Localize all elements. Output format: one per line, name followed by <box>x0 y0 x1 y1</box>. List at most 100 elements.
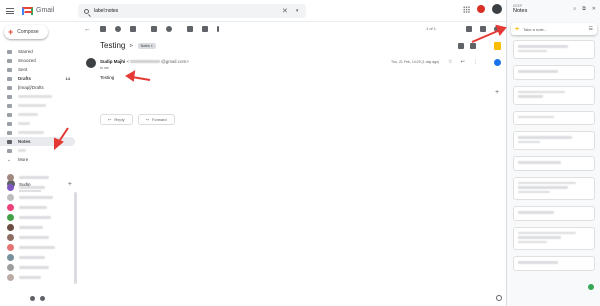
sidebar-item-label <box>18 113 38 116</box>
list-item[interactable] <box>0 272 78 282</box>
sidebar-item-imap-drafts[interactable]: [Imap]/Drafts <box>0 83 78 92</box>
list-item[interactable] <box>513 110 595 125</box>
forward-icon: ↪ <box>145 117 149 122</box>
next-icon[interactable] <box>480 26 486 32</box>
reply-button[interactable]: ↩ Reply <box>100 114 133 125</box>
apps-icon[interactable] <box>463 5 470 13</box>
new-window-icon[interactable] <box>470 43 476 49</box>
recipient[interactable]: to me <box>100 66 109 70</box>
label-icon <box>7 112 12 117</box>
search-options-icon[interactable]: ▾ <box>296 8 299 14</box>
prev-icon[interactable] <box>466 26 472 32</box>
sidebar-item-more[interactable]: ⌄ More <box>0 155 78 164</box>
sidebar-item-label-blurred[interactable] <box>0 101 78 110</box>
spam-icon[interactable] <box>115 26 121 32</box>
list-item[interactable] <box>0 242 78 252</box>
list-item[interactable] <box>0 172 78 182</box>
list-item[interactable] <box>0 182 78 192</box>
list-item[interactable] <box>513 85 595 105</box>
avatar <box>7 173 14 181</box>
list-item[interactable] <box>0 212 78 222</box>
more-icon[interactable] <box>217 26 219 32</box>
sidebar-item-drafts[interactable]: Drafts 14 <box>0 74 78 83</box>
chat-icon[interactable] <box>40 296 45 301</box>
person-icon[interactable] <box>30 296 35 301</box>
sidebar-item-sent[interactable]: Sent <box>0 65 78 74</box>
search-icon[interactable]: ⌕ <box>573 6 576 12</box>
sidebar-item-snoozed[interactable]: Snoozed <box>0 56 78 65</box>
gmail-logo[interactable]: Gmail <box>22 6 54 15</box>
email-suffix: @gmail.com> <box>161 59 189 64</box>
compose-button[interactable]: + Compose <box>4 25 48 39</box>
search-bar[interactable]: ✕ ▾ <box>78 4 306 18</box>
tasks-icon[interactable] <box>494 59 501 66</box>
sidebar-item-label-blurred[interactable] <box>0 146 78 155</box>
avatar <box>7 233 14 241</box>
sidebar-item-starred[interactable]: Starred <box>0 47 78 56</box>
menu-icon[interactable] <box>6 7 14 14</box>
avatar <box>7 273 14 281</box>
notifications-icon[interactable] <box>477 5 485 13</box>
sidebar-item-label-blurred[interactable] <box>0 128 78 137</box>
sidebar-item-label-blurred[interactable] <box>0 119 78 128</box>
add-addon-icon[interactable]: + <box>495 89 499 96</box>
list-item[interactable] <box>513 256 595 271</box>
avatar[interactable] <box>492 4 502 14</box>
reply-icon: ↩ <box>108 117 112 122</box>
sidebar-item-label-blurred[interactable] <box>0 92 78 101</box>
move-to-icon[interactable] <box>187 26 193 32</box>
contact-name <box>19 185 45 189</box>
list-item[interactable] <box>513 156 595 171</box>
clear-search-icon[interactable]: ✕ <box>282 7 288 15</box>
sender-name: Sudip Majhi <box>100 59 126 64</box>
close-icon[interactable]: ✕ <box>592 6 596 12</box>
sidebar-item-notes[interactable]: Notes <box>0 137 75 146</box>
list-item[interactable] <box>0 262 78 272</box>
list-item[interactable] <box>513 176 595 200</box>
forward-button[interactable]: ↪ Forward <box>137 114 175 125</box>
sidebar-item-label: [Imap]/Drafts <box>18 85 44 90</box>
open-in-new-icon[interactable]: ⧉ <box>582 6 586 12</box>
avatar[interactable] <box>86 58 96 68</box>
list-item[interactable] <box>513 131 595 150</box>
avatar <box>7 183 14 191</box>
back-icon[interactable]: ← <box>84 26 91 33</box>
snooze-icon[interactable] <box>166 26 172 32</box>
take-note-input[interactable]: + Take a note... ☰ <box>511 23 597 35</box>
list-item[interactable] <box>0 232 78 242</box>
label-icon[interactable] <box>202 26 208 32</box>
list-item[interactable] <box>513 65 595 80</box>
search-input[interactable] <box>94 8 274 14</box>
hangouts-scrollbar[interactable] <box>74 192 77 284</box>
more-icon[interactable]: ⋮ <box>473 59 478 65</box>
list-item[interactable] <box>513 206 595 221</box>
list-item[interactable] <box>0 192 78 202</box>
star-icon[interactable]: ☆ <box>448 59 452 65</box>
sidebar-item-label: Starred <box>18 49 33 54</box>
sidebar-item-label <box>18 149 26 152</box>
message-body: Testing <box>100 75 115 80</box>
list-item[interactable] <box>513 40 595 59</box>
sidebar-item-label-blurred[interactable] <box>0 110 78 119</box>
add-note-icon: + <box>515 25 520 33</box>
list-item[interactable] <box>0 252 78 262</box>
list-item[interactable] <box>513 226 595 250</box>
keep-badge-icon[interactable] <box>588 284 594 290</box>
list-item[interactable] <box>0 222 78 232</box>
label-chip[interactable]: Notes × <box>137 42 156 49</box>
mark-unread-icon[interactable] <box>151 26 157 32</box>
note-line <box>518 90 565 93</box>
keep-icon[interactable] <box>494 42 501 50</box>
delete-icon[interactable] <box>130 26 136 32</box>
archive-icon[interactable] <box>100 26 106 32</box>
search-icon[interactable] <box>84 8 89 14</box>
important-icon[interactable]: ⊳ <box>129 43 133 49</box>
message-date: Thu, 21 Feb, 14:29 (1 day ago) <box>391 60 440 64</box>
page-title: Testing <box>100 41 126 50</box>
email-prefix: < <box>126 59 130 64</box>
list-item[interactable] <box>0 202 78 212</box>
reply-icon[interactable]: ↩ <box>460 59 464 65</box>
note-line <box>518 231 576 234</box>
print-icon[interactable] <box>458 43 464 49</box>
new-list-icon[interactable]: ☰ <box>589 26 593 32</box>
